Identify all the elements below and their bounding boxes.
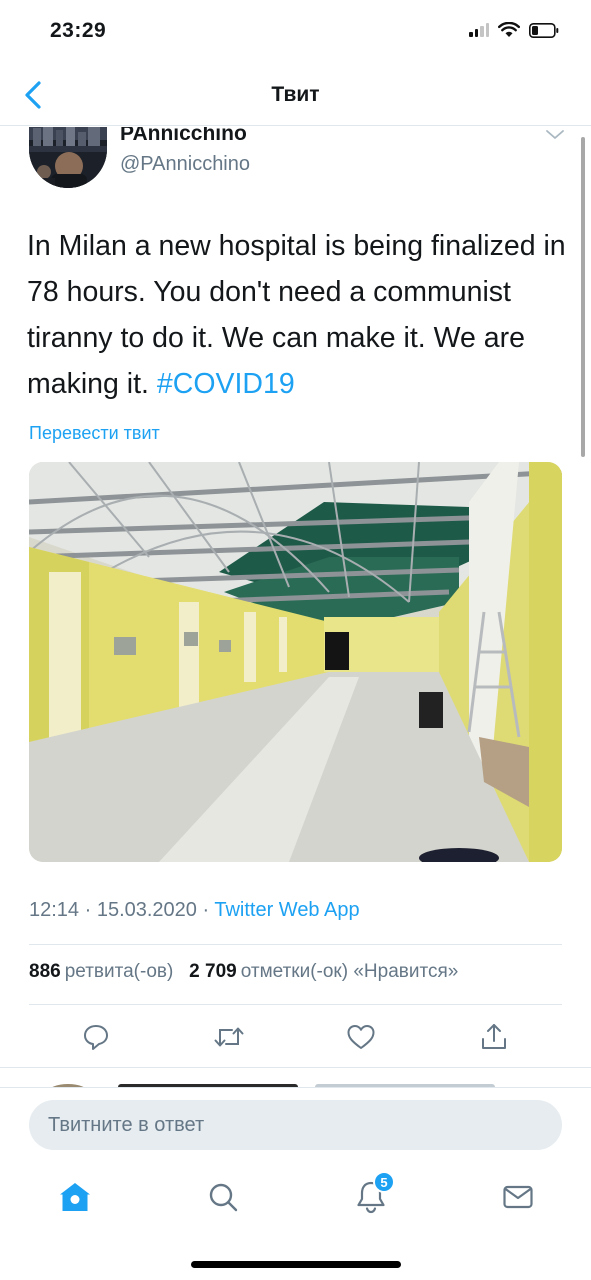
battery-icon	[529, 22, 559, 38]
status-bar: 23:29	[0, 0, 591, 64]
reply-bar	[0, 1087, 591, 1165]
status-time: 23:29	[50, 19, 107, 42]
reply-preview[interactable]	[0, 1072, 591, 1087]
divider	[0, 1067, 591, 1068]
hashtag-link[interactable]: #COVID19	[157, 368, 295, 400]
tweet-text: In Milan a new hospital is being finaliz…	[27, 223, 567, 407]
retweet-icon	[214, 1027, 244, 1047]
reply-input[interactable]	[29, 1100, 562, 1150]
signal-icon	[469, 23, 489, 37]
status-icons	[469, 22, 559, 38]
reply-button[interactable]	[76, 1017, 116, 1057]
page-title: Твит	[271, 83, 320, 106]
tab-bar: 5	[0, 1165, 591, 1280]
retweets-count: 886	[29, 961, 61, 982]
tweet-actions	[0, 1017, 591, 1057]
likes-count: 2 709	[189, 961, 237, 982]
author-handle[interactable]: @PAnnicchino	[120, 153, 250, 176]
tab-search[interactable]	[203, 1177, 243, 1217]
reply-icon	[84, 1025, 108, 1050]
retweet-button[interactable]	[209, 1017, 249, 1057]
translate-link[interactable]: Перевести твит	[29, 423, 160, 444]
share-icon	[482, 1024, 506, 1049]
share-button[interactable]	[474, 1017, 514, 1057]
tweet-timestamp: 12:14 · 15.03.2020 ·	[29, 899, 215, 921]
home-icon	[60, 1183, 90, 1211]
source-link[interactable]: Twitter Web App	[214, 899, 359, 921]
home-indicator	[191, 1261, 401, 1268]
likes-label: отметки(-ок) «Нравится»	[240, 961, 459, 982]
retweets-label: ретвита(-ов)	[64, 961, 174, 982]
author-name[interactable]: PAnnicchino	[120, 127, 247, 146]
divider	[29, 1004, 562, 1005]
wifi-icon	[498, 22, 520, 37]
tweet-meta: 12:14 · 15.03.2020 · Twitter Web App	[29, 899, 360, 922]
avatar[interactable]	[29, 127, 107, 188]
heart-icon	[347, 1025, 375, 1049]
scrollbar[interactable]	[581, 137, 585, 457]
divider	[29, 944, 562, 945]
tweet-detail: PAnnicchino @PAnnicchino In Milan a new …	[0, 127, 591, 1087]
chevron-down-icon[interactable]	[544, 127, 566, 143]
nav-bar: Твит	[0, 64, 591, 126]
tab-messages[interactable]	[498, 1177, 538, 1217]
notifications-badge: 5	[373, 1171, 395, 1193]
tweet-photo[interactable]	[29, 462, 562, 862]
tab-home[interactable]	[55, 1177, 95, 1217]
tweet-body: In Milan a new hospital is being finaliz…	[27, 230, 566, 400]
tweet-stats: 886 ретвита(-ов) 2 709 отметки(-ок) «Нрави…	[29, 961, 458, 983]
likes-stat[interactable]: 2 709 отметки(-ок) «Нравится»	[189, 961, 458, 982]
messages-icon	[503, 1185, 533, 1209]
search-icon	[209, 1183, 238, 1212]
like-button[interactable]	[341, 1017, 381, 1057]
tab-notifications[interactable]: 5	[351, 1171, 395, 1217]
retweets-stat[interactable]: 886 ретвита(-ов)	[29, 961, 173, 982]
